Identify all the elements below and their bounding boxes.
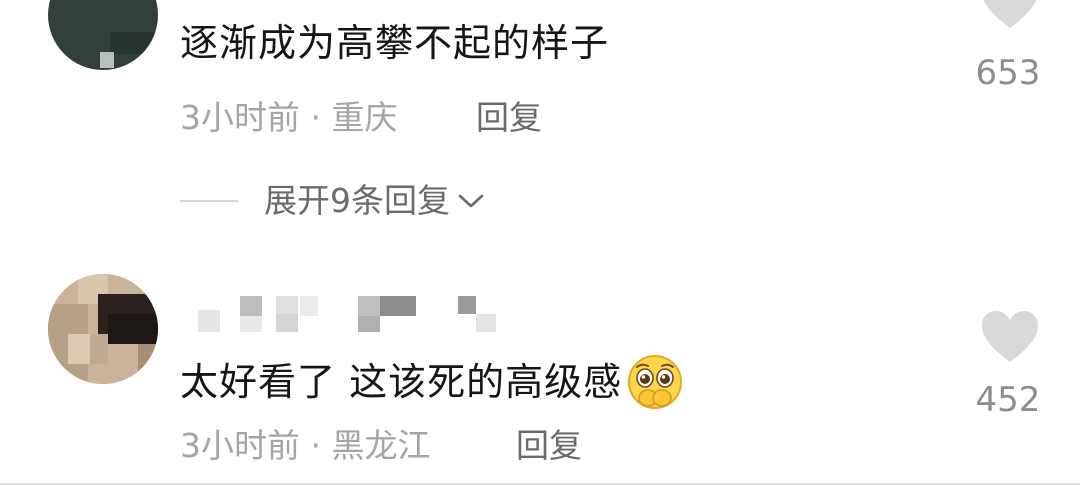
comment-body: 太好看了 这该死的高级感 [180, 353, 684, 411]
username-redacted[interactable] [180, 286, 520, 336]
like-button[interactable] [980, 310, 1040, 368]
like-count: 653 [975, 53, 1041, 93]
reply-button[interactable]: 回复 [516, 426, 582, 466]
like-count: 452 [975, 380, 1041, 420]
heart-icon [982, 311, 1038, 362]
expand-replies-button[interactable]: 展开9条回复 [264, 181, 486, 221]
comment-text: 太好看了 这该死的高级感 [180, 360, 623, 404]
expand-replies-label: 展开9条回复 [264, 181, 450, 220]
expand-divider [180, 200, 238, 202]
commenter-avatar[interactable] [48, 0, 158, 70]
like-button[interactable] [980, 0, 1040, 34]
comment-time-location: 3小时前 · 黑龙江 [180, 426, 431, 465]
reply-button[interactable]: 回复 [476, 98, 542, 138]
heart-icon [983, 0, 1037, 28]
avatar-pixel [100, 52, 114, 68]
chevron-down-icon [458, 194, 484, 208]
avatar-pixel [110, 32, 158, 54]
pleading-face-emoji [628, 355, 683, 409]
comment-text: 逐渐成为高攀不起的样子 [180, 21, 610, 65]
commenter-avatar[interactable] [48, 274, 158, 384]
comment-time-location: 3小时前 · 重庆 [180, 98, 398, 137]
